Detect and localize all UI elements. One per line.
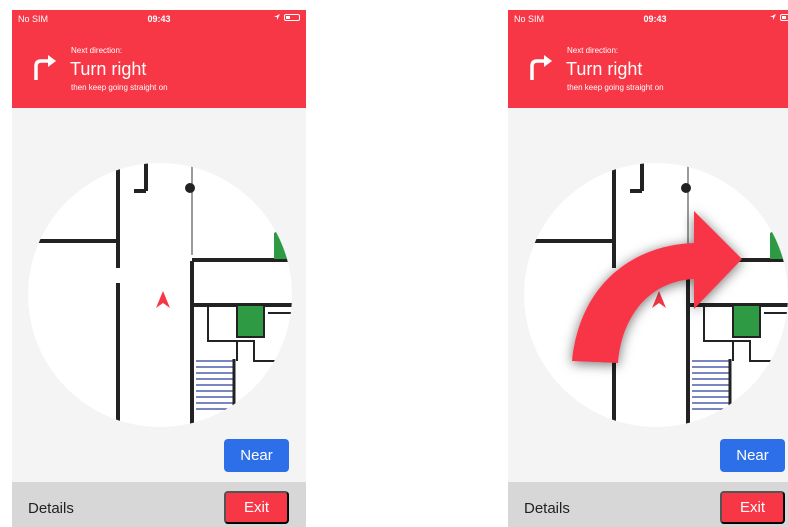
direction-followup: then keep going straight on (567, 83, 664, 92)
map-room-green (236, 304, 265, 338)
details-link[interactable]: Details (28, 500, 74, 517)
next-direction-label: Next direction: (567, 46, 619, 55)
direction-header: No SIM 09:43 Next direction: Turn right … (508, 10, 788, 108)
details-link[interactable]: Details (524, 500, 570, 517)
direction-header: No SIM 09:43 Next direction: Turn right … (12, 10, 306, 108)
map-marker-dot (681, 183, 691, 193)
status-time: 09:43 (643, 14, 667, 24)
status-indicators (769, 13, 788, 21)
turn-right-icon (34, 55, 56, 80)
status-indicators (273, 13, 300, 21)
map-room-green-top (770, 223, 788, 259)
phone-screen-left: No SIM 09:43 Next direction: Turn right … (12, 10, 306, 527)
status-bar: No SIM 09:43 (508, 10, 788, 30)
map-room-green-top (274, 223, 292, 259)
bottom-bar: Details Exit (508, 482, 788, 527)
direction-instruction: Turn right (70, 59, 147, 79)
phone-screen-right: No SIM 09:43 Next direction: Turn right … (508, 10, 788, 527)
near-button[interactable]: Near (720, 439, 785, 472)
turn-right-icon (530, 55, 552, 80)
status-bar: No SIM 09:43 (12, 10, 306, 30)
battery-icon (284, 13, 300, 21)
next-direction-label: Next direction: (71, 46, 123, 55)
floor-map[interactable] (28, 163, 292, 427)
direction-instruction: Turn right (566, 59, 643, 79)
near-button[interactable]: Near (224, 439, 289, 472)
location-icon (274, 14, 280, 20)
map-marker-dot (185, 183, 195, 193)
floor-map[interactable] (524, 163, 788, 427)
status-time: 09:43 (147, 14, 171, 24)
location-icon (770, 14, 776, 20)
battery-icon (780, 13, 788, 21)
exit-button[interactable]: Exit (224, 491, 289, 524)
map-room-green (732, 304, 761, 338)
bottom-bar: Details Exit (12, 482, 306, 527)
direction-followup: then keep going straight on (71, 83, 168, 92)
exit-button[interactable]: Exit (720, 491, 785, 524)
